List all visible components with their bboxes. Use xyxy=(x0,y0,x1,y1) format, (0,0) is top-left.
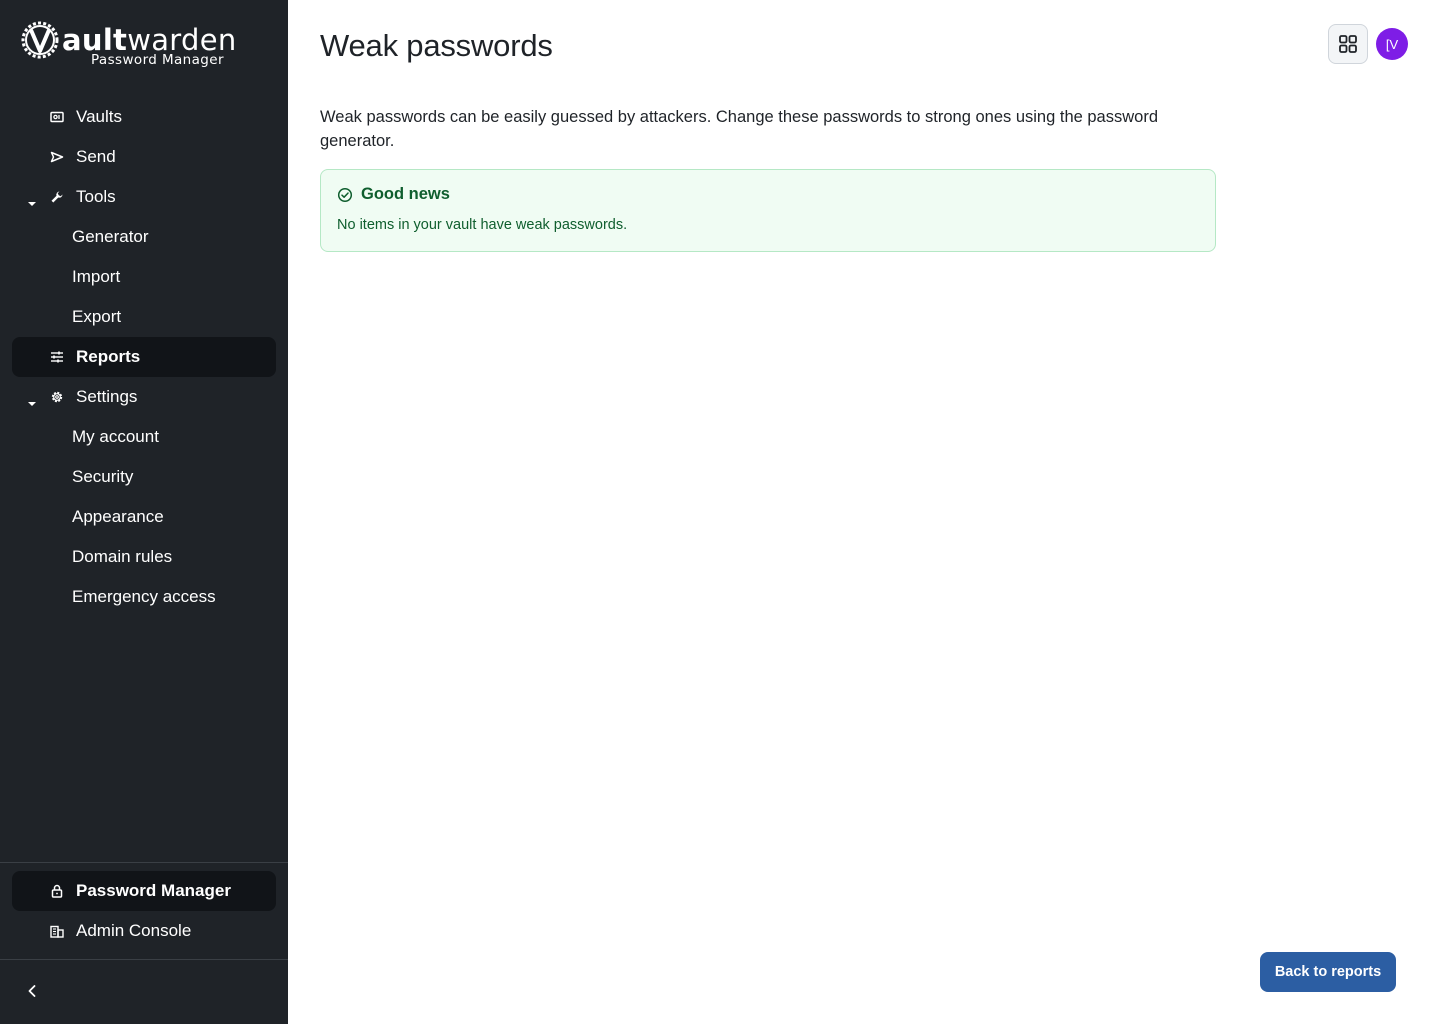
sliders-icon xyxy=(50,350,64,364)
vaultwarden-logo[interactable]: aultwarden Password Manager xyxy=(20,20,236,72)
sidebar-item-label: Emergency access xyxy=(72,587,216,606)
sidebar-item-label: Settings xyxy=(76,387,138,406)
sidebar-item-settings[interactable]: Settings xyxy=(12,377,276,417)
sidebar-item-label: Import xyxy=(72,267,121,286)
building-icon xyxy=(50,924,64,938)
sidebar-item-vaults[interactable]: Vaults xyxy=(12,97,276,137)
success-callout: Good news No items in your vault have we… xyxy=(320,169,1216,252)
brand-subtitle: Password Manager xyxy=(91,52,224,68)
page-title: Weak passwords xyxy=(320,28,553,63)
sidebar-item-generator[interactable]: Generator xyxy=(12,217,276,257)
sidebar-item-appearance[interactable]: Appearance xyxy=(12,497,276,537)
page-description: Weak passwords can be easily guessed by … xyxy=(320,108,1158,150)
gear-icon xyxy=(50,390,64,404)
wrench-icon xyxy=(50,190,64,204)
sidebar-item-label: Export xyxy=(72,307,122,326)
check-circle-icon xyxy=(337,187,353,203)
avatar-initials: [V xyxy=(1385,36,1399,52)
sidebar-divider xyxy=(0,959,288,960)
sidebar-divider xyxy=(0,862,288,863)
sidebar-item-label: Tools xyxy=(76,187,116,206)
sidebar-item-label: Security xyxy=(72,467,134,486)
caret-down-icon[interactable] xyxy=(27,193,37,206)
sidebar-item-emergency-access[interactable]: Emergency access xyxy=(12,577,276,617)
product-label: Password Manager xyxy=(76,881,231,900)
vaultwarden-gear-icon xyxy=(21,21,59,59)
sidebar-item-my-account[interactable]: My account xyxy=(12,417,276,457)
sidebar-item-label: Generator xyxy=(72,227,149,246)
sidebar-item-export[interactable]: Export xyxy=(12,297,276,337)
sidebar-item-label: Vaults xyxy=(76,107,122,126)
callout-title: Good news xyxy=(361,185,450,203)
sidebar-item-label: Send xyxy=(76,147,116,166)
caret-down-icon[interactable] xyxy=(27,393,37,406)
user-avatar[interactable]: [V xyxy=(1376,28,1408,60)
chevron-left-icon xyxy=(28,985,36,997)
callout-body: No items in your vault have weak passwor… xyxy=(337,217,628,233)
product-label: Admin Console xyxy=(76,921,192,940)
sidebar-item-label: Domain rules xyxy=(72,547,173,566)
sidebar-item-import[interactable]: Import xyxy=(12,257,276,297)
sidebar: aultwarden Password Manager Vaults Send … xyxy=(0,0,288,1024)
back-to-reports-button[interactable]: Back to reports xyxy=(1260,952,1396,992)
sidebar-item-tools[interactable]: Tools xyxy=(12,177,276,217)
product-switcher-button[interactable] xyxy=(1328,24,1368,64)
lock-icon xyxy=(50,884,64,898)
vault-icon xyxy=(50,110,64,124)
sidebar-item-label: Reports xyxy=(76,347,141,366)
sidebar-item-label: Appearance xyxy=(72,507,164,526)
sidebar-item-domain-rules[interactable]: Domain rules xyxy=(12,537,276,577)
sidebar-item-label: My account xyxy=(72,427,159,446)
send-icon xyxy=(50,150,64,164)
grid-icon xyxy=(1339,35,1357,53)
sidebar-item-security[interactable]: Security xyxy=(12,457,276,497)
sidebar-item-reports[interactable]: Reports xyxy=(12,337,276,377)
product-admin-console[interactable]: Admin Console xyxy=(12,911,276,951)
sidebar-item-send[interactable]: Send xyxy=(12,137,276,177)
collapse-sidebar-button[interactable] xyxy=(22,981,42,1001)
product-password-manager[interactable]: Password Manager xyxy=(12,871,276,911)
